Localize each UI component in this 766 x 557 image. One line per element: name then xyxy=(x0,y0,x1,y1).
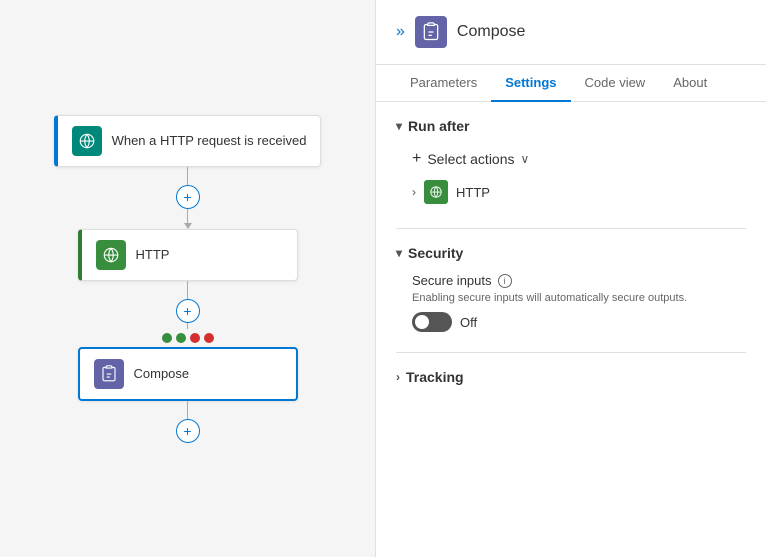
panel-content: ▾ Run after + Select actions ∨ › HTTP ▾ … xyxy=(376,102,766,557)
http-node[interactable]: HTTP xyxy=(78,229,298,281)
select-actions-label: Select actions xyxy=(427,151,514,167)
add-step-button-3[interactable]: + xyxy=(176,419,200,443)
security-title: Security xyxy=(408,245,463,261)
tracking-chevron: › xyxy=(396,370,400,384)
panel-title: Compose xyxy=(457,23,525,41)
tab-about[interactable]: About xyxy=(659,65,721,102)
connector-line-2 xyxy=(187,281,188,299)
tab-code-view[interactable]: Code view xyxy=(571,65,660,102)
http-node-icon xyxy=(96,240,126,270)
security-header[interactable]: ▾ Security xyxy=(396,245,746,261)
http-run-after-row[interactable]: › HTTP xyxy=(396,176,746,208)
add-step-button-1[interactable]: + xyxy=(176,185,200,209)
http-request-icon xyxy=(72,126,102,156)
http-request-label: When a HTTP request is received xyxy=(112,133,307,148)
secure-inputs-info-icon[interactable]: i xyxy=(498,274,512,288)
tabs-bar: Parameters Settings Code view About xyxy=(376,65,766,102)
arrow-head-1 xyxy=(184,223,192,229)
select-actions-row[interactable]: + Select actions ∨ xyxy=(396,146,746,176)
http-node-label: HTTP xyxy=(136,247,170,262)
right-panel: » Compose Parameters Settings Code view … xyxy=(375,0,766,557)
security-section: ▾ Security Secure inputs i Enabling secu… xyxy=(396,245,746,332)
connector-3: + xyxy=(176,401,200,443)
http-row-icon xyxy=(424,180,448,204)
connector-line-3 xyxy=(187,401,188,419)
run-after-title: Run after xyxy=(408,118,469,134)
plus-icon: + xyxy=(412,150,421,168)
status-dots xyxy=(162,333,214,343)
tab-parameters[interactable]: Parameters xyxy=(396,65,491,102)
http-row-label: HTTP xyxy=(456,185,490,200)
toggle-thumb xyxy=(415,315,429,329)
section-divider-2 xyxy=(396,352,746,353)
connector-2: + xyxy=(176,281,200,329)
connector-line-1 xyxy=(187,167,188,185)
compose-node-icon xyxy=(94,359,124,389)
compose-node[interactable]: Compose xyxy=(78,347,298,401)
run-after-chevron: ▾ xyxy=(396,119,402,133)
secure-inputs-label-row: Secure inputs i xyxy=(412,273,746,288)
security-content: Secure inputs i Enabling secure inputs w… xyxy=(396,273,746,332)
compose-title-icon xyxy=(415,16,447,48)
flow-container: When a HTTP request is received + HTTP + xyxy=(54,115,322,443)
tracking-title: Tracking xyxy=(406,369,464,385)
security-chevron: ▾ xyxy=(396,246,402,260)
toggle-off-label: Off xyxy=(460,315,477,330)
dot-1 xyxy=(162,333,172,343)
compose-node-label: Compose xyxy=(134,366,190,381)
secure-inputs-label: Secure inputs xyxy=(412,273,492,288)
secure-inputs-desc: Enabling secure inputs will automaticall… xyxy=(412,292,746,304)
panel-header: » Compose xyxy=(376,0,766,65)
collapse-button[interactable]: » xyxy=(396,23,405,41)
secure-inputs-toggle[interactable] xyxy=(412,312,452,332)
run-after-section: ▾ Run after + Select actions ∨ › HTTP xyxy=(396,118,746,208)
http-request-node[interactable]: When a HTTP request is received xyxy=(54,115,322,167)
http-expand-icon: › xyxy=(412,185,416,199)
toggle-row: Off xyxy=(412,312,746,332)
tab-settings[interactable]: Settings xyxy=(491,65,570,102)
arrow-line-1 xyxy=(187,209,188,223)
add-step-button-2[interactable]: + xyxy=(176,299,200,323)
section-divider-1 xyxy=(396,228,746,229)
dot-4 xyxy=(204,333,214,343)
connector-line-2b xyxy=(187,323,188,329)
select-actions-chevron: ∨ xyxy=(521,152,530,166)
connector-1: + xyxy=(176,167,200,229)
dot-3 xyxy=(190,333,200,343)
dot-2 xyxy=(176,333,186,343)
tracking-section[interactable]: › Tracking xyxy=(396,369,746,385)
flow-canvas: When a HTTP request is received + HTTP + xyxy=(0,0,375,557)
run-after-header[interactable]: ▾ Run after xyxy=(396,118,746,134)
